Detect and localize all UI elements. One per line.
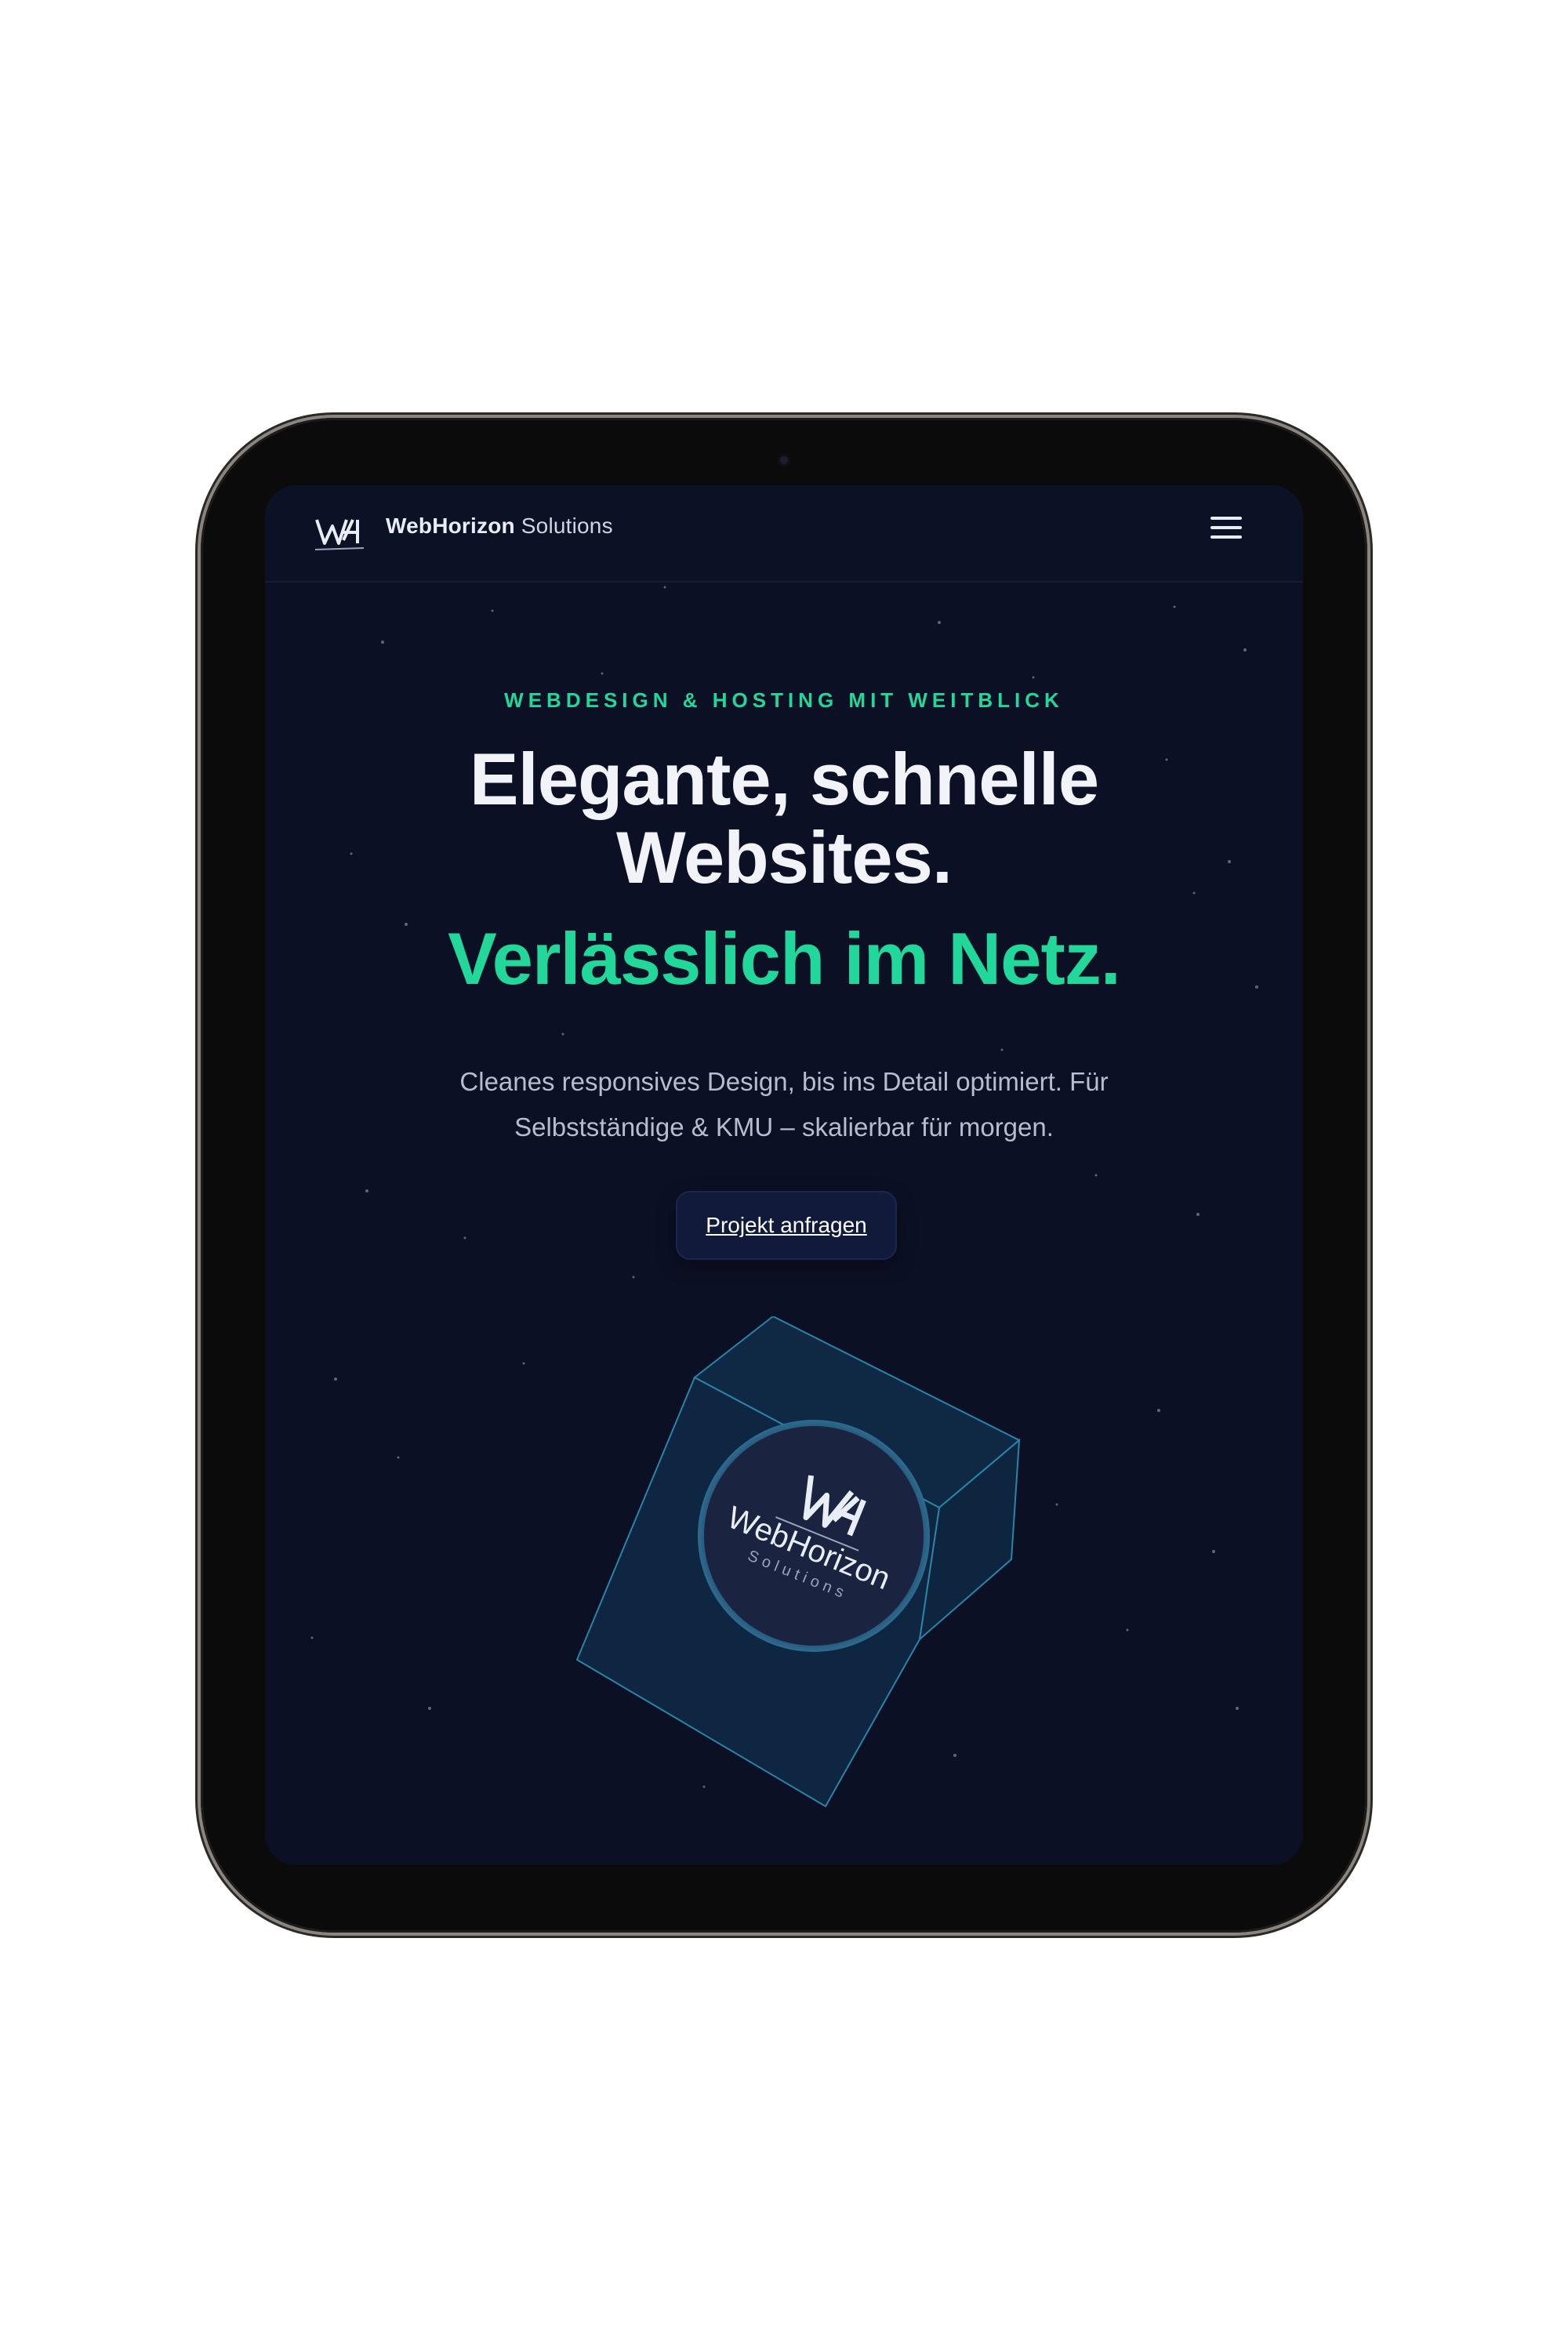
brand-name-bold: WebHorizon — [386, 514, 515, 538]
request-project-button[interactable]: Projekt anfragen — [676, 1191, 897, 1260]
hero-subtitle: Cleanes responsives Design, bis ins Deta… — [422, 1059, 1146, 1150]
brand-name[interactable]: WebHorizon Solutions — [386, 514, 613, 539]
hero-eyebrow: WEBDESIGN & HOSTING MIT WEITBLICK — [504, 688, 1064, 712]
tablet-device-frame: WebHorizon Solutions WEBDESIGN & HOSTING… — [201, 418, 1367, 1933]
3d-logo-cube: WebHorizon Solutions — [575, 1316, 1021, 1808]
hamburger-menu-icon[interactable] — [1210, 517, 1245, 545]
website-screen: WebHorizon Solutions WEBDESIGN & HOSTING… — [265, 485, 1303, 1865]
brand-name-light: Solutions — [521, 514, 613, 538]
hero-headline-accent: Verlässlich im Netz. — [448, 917, 1121, 1000]
hero-headline-line-1: Elegante, schnelle — [469, 738, 1099, 820]
front-camera — [778, 454, 790, 466]
hero-headline-line-2: Websites. — [615, 816, 953, 898]
hero-subtitle-line-1: Cleanes responsives Design, bis ins Deta… — [459, 1067, 1109, 1096]
wh-logo-icon[interactable] — [312, 509, 367, 556]
hero-subtitle-line-2: Selbstständige & KMU – skalierbar für mo… — [514, 1112, 1054, 1142]
top-navigation-bar: WebHorizon Solutions — [265, 485, 1303, 583]
hero-headline: Elegante, schnelle Websites. — [265, 740, 1303, 897]
